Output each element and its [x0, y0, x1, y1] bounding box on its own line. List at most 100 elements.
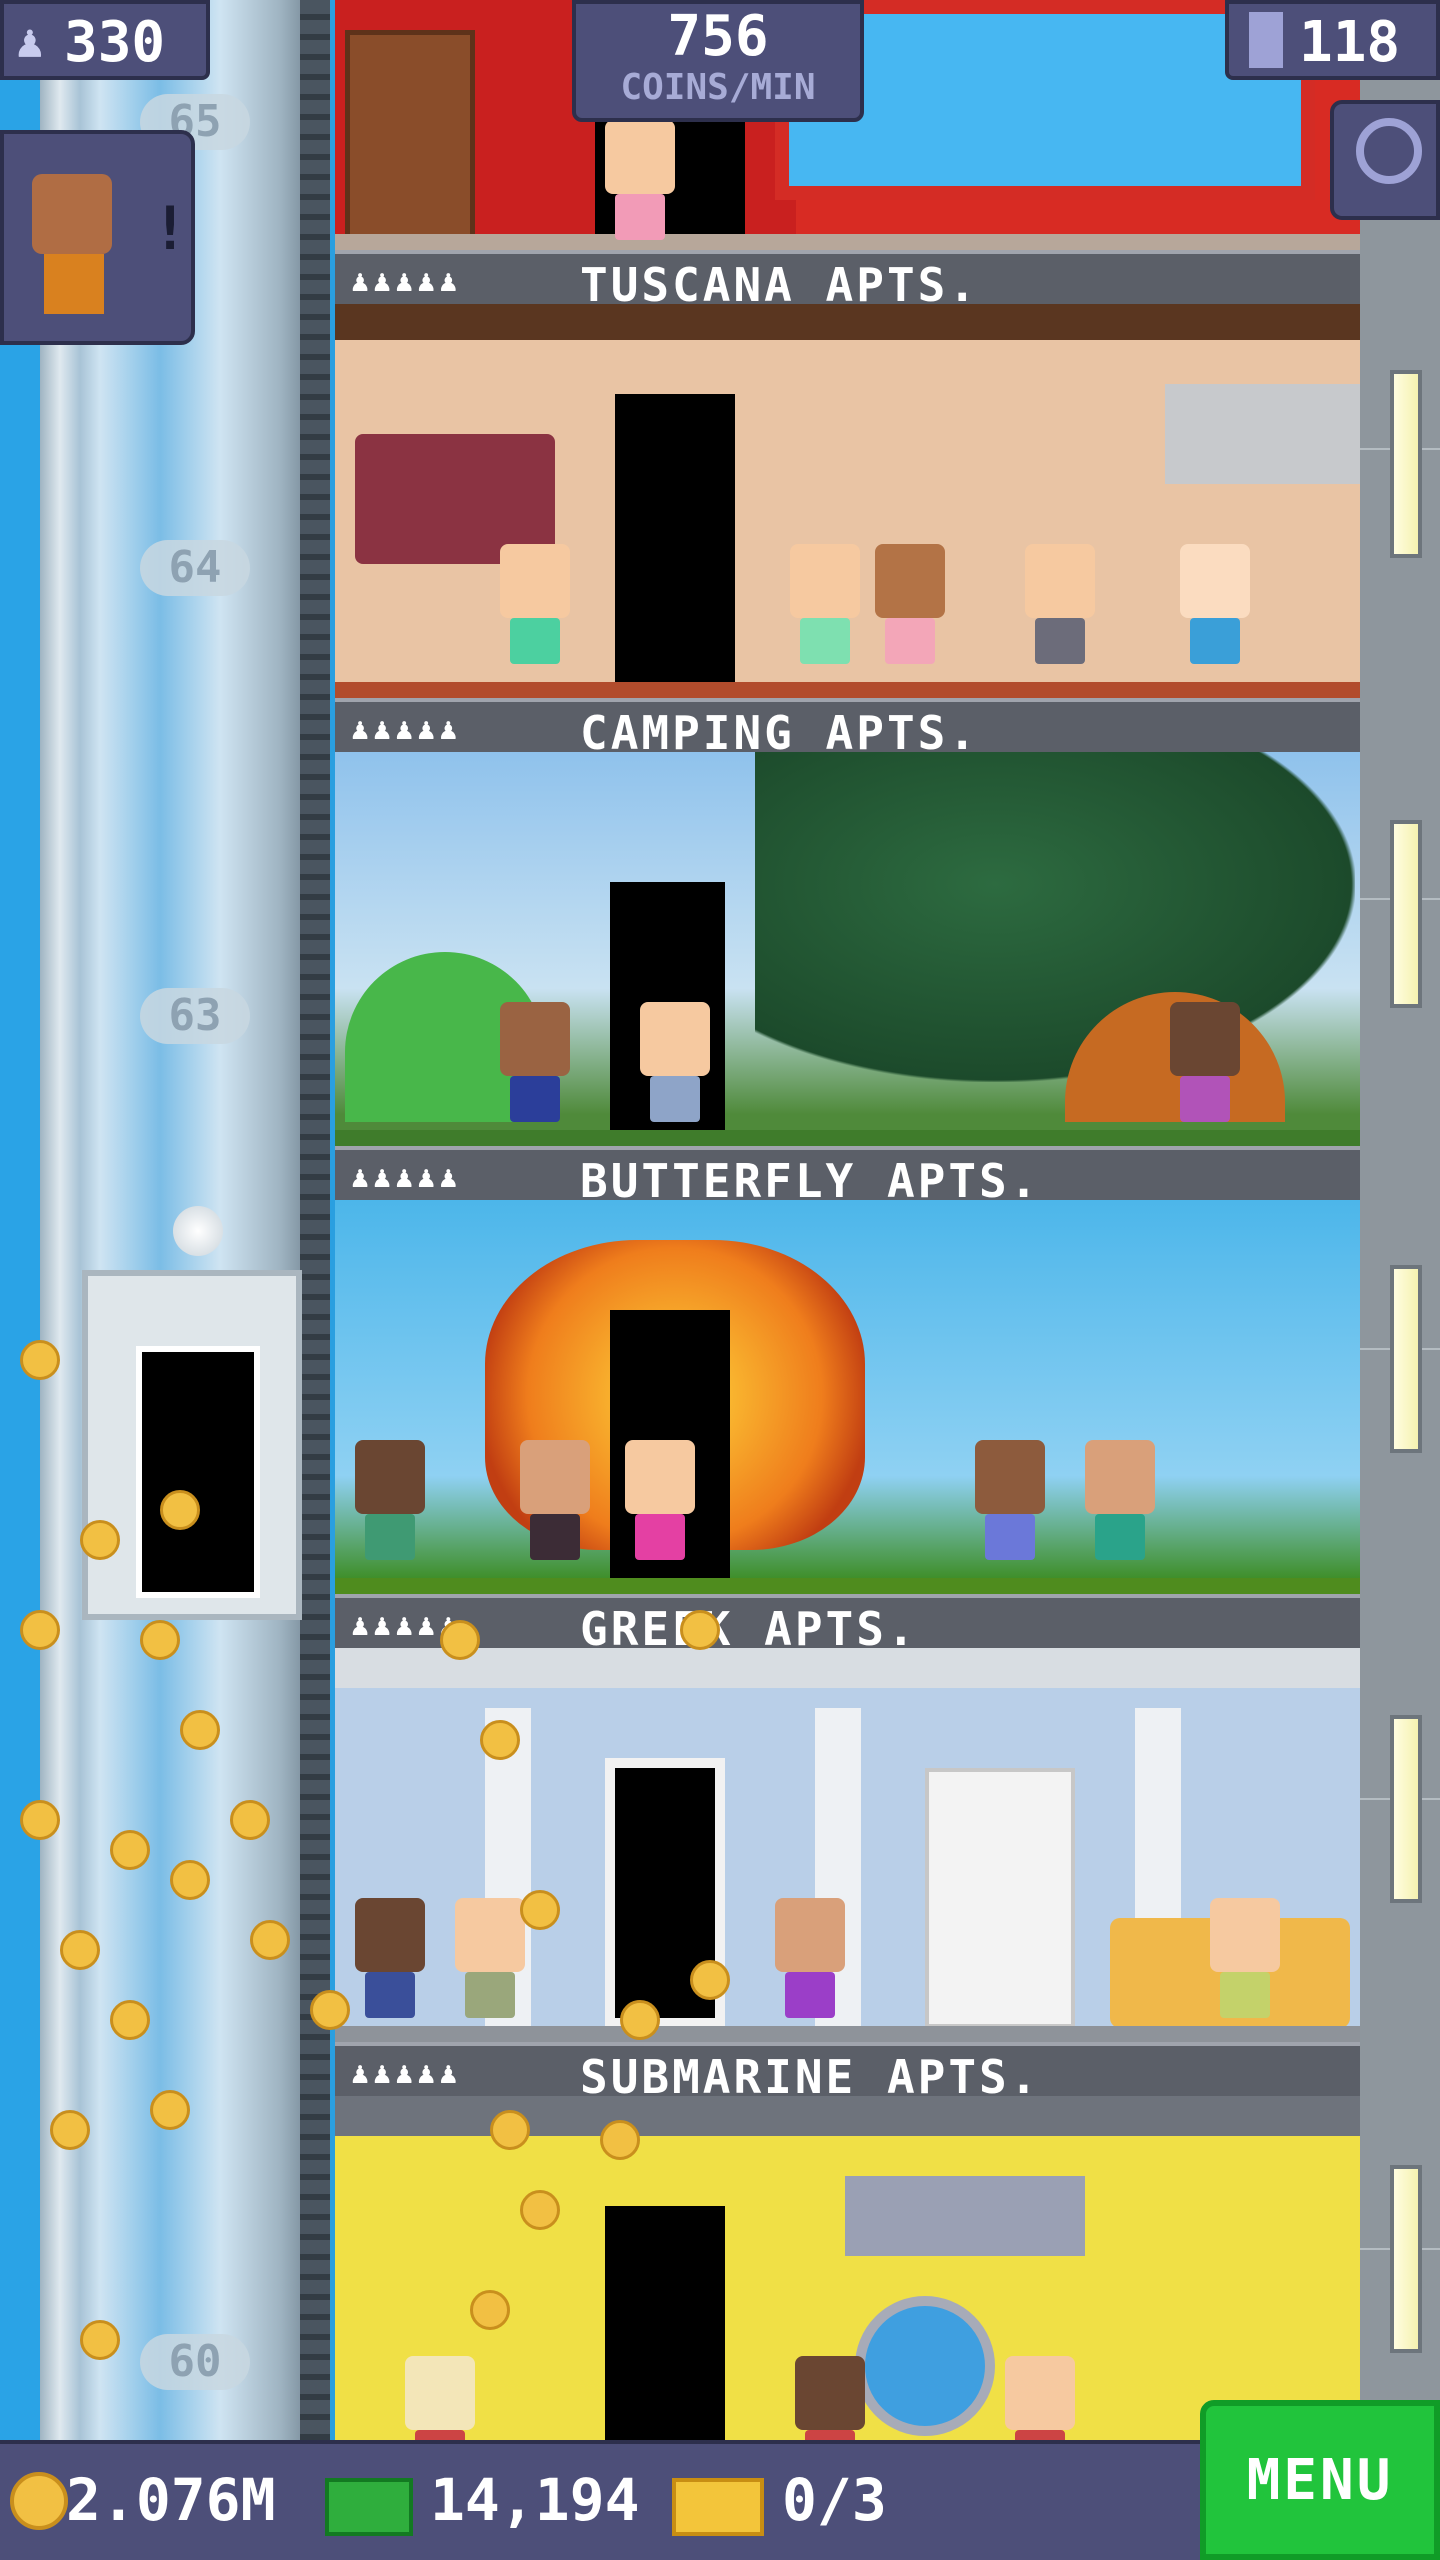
resident[interactable] — [975, 1440, 1045, 1570]
ticket-icon — [672, 2478, 764, 2536]
falling-coin — [180, 1710, 220, 1750]
floor-label-bar: ♟♟♟♟♟ SUBMARINE APTS. — [335, 2042, 1360, 2104]
resident[interactable] — [625, 1440, 695, 1570]
falling-coin — [620, 2000, 660, 2040]
search-button[interactable] — [1330, 100, 1440, 220]
falling-coin — [80, 2320, 120, 2360]
building-icon — [1249, 12, 1283, 68]
resident[interactable] — [1085, 1440, 1155, 1570]
resident[interactable] — [775, 1898, 845, 2028]
tickets-value: 0/3 — [782, 2466, 887, 2534]
pine-trees — [755, 752, 1355, 1082]
porthole — [855, 2296, 995, 2436]
floor-counter[interactable]: 118 — [1225, 0, 1440, 80]
room-floor — [335, 682, 1360, 698]
falling-coin — [250, 1920, 290, 1960]
falling-coin — [690, 1960, 730, 2000]
resident[interactable] — [355, 1440, 425, 1570]
falling-coin — [230, 1800, 270, 1840]
resident[interactable] — [1170, 1002, 1240, 1132]
alert-icon: ! — [152, 194, 189, 264]
floor-number-60: 60 — [140, 2334, 250, 2390]
ceiling-beam — [335, 304, 1360, 340]
room-greek — [335, 1648, 1360, 2042]
resident[interactable] — [1210, 1898, 1280, 2028]
falling-coin — [170, 1860, 210, 1900]
resident[interactable] — [500, 1002, 570, 1132]
floor-label-bar: ♟♟♟♟♟ TUSCANA APTS. — [335, 250, 1360, 312]
room-door — [615, 394, 735, 684]
room-butterfly — [335, 1200, 1360, 1594]
coins-value: 2.076M — [66, 2466, 276, 2534]
bookcase — [925, 1768, 1075, 2028]
pipes — [335, 2096, 1360, 2136]
falling-coin — [470, 2290, 510, 2330]
room-camping — [335, 752, 1360, 1146]
falling-coin — [140, 1620, 180, 1660]
bookshelf — [345, 30, 475, 250]
resident[interactable] — [1025, 544, 1095, 674]
floor-residents-icons: ♟♟♟♟♟ — [351, 264, 462, 299]
floor-number-64: 64 — [140, 540, 250, 596]
elevator-rail — [300, 0, 330, 2440]
room-floor — [335, 1578, 1360, 1594]
visitor-alert-button[interactable]: ! — [0, 130, 195, 345]
resident[interactable] — [1180, 544, 1250, 674]
resident[interactable] — [455, 1898, 525, 2028]
population-counter[interactable]: ♟ 330 — [0, 0, 210, 80]
floor-residents-icons: ♟♟♟♟♟ — [351, 2056, 462, 2091]
falling-coin — [520, 2190, 560, 2230]
falling-coin — [80, 1520, 120, 1560]
resident[interactable] — [520, 1440, 590, 1570]
floor-label-bar: ♟♟♟♟♟ CAMPING APTS. — [335, 698, 1360, 760]
visitor-avatar — [32, 174, 112, 254]
floor-tuscana[interactable]: ♟♟♟♟♟ TUSCANA APTS. — [335, 250, 1360, 698]
resident[interactable] — [355, 1898, 425, 2028]
falling-coin — [520, 1890, 560, 1930]
falling-coin — [600, 2120, 640, 2160]
outer-window — [1390, 370, 1422, 558]
resident[interactable] — [640, 1002, 710, 1132]
person-icon: ♟ — [16, 14, 44, 68]
outer-window — [1390, 2165, 1422, 2353]
room-floor — [335, 2026, 1360, 2042]
population-value: 330 — [64, 10, 166, 75]
floor-greek[interactable]: ♟♟♟♟♟ GREEK APTS. — [335, 1594, 1360, 2042]
menu-button[interactable]: MENU — [1200, 2400, 1440, 2560]
floor-residents-icons: ♟♟♟♟♟ — [351, 712, 462, 747]
outer-window — [1390, 1265, 1422, 1453]
falling-coin — [20, 1610, 60, 1650]
bux-value: 14,194 — [430, 2466, 640, 2534]
falling-coin — [20, 1800, 60, 1840]
falling-coin — [150, 2090, 190, 2130]
tower-outer-wall — [1360, 0, 1440, 2440]
elevator-car[interactable] — [82, 1206, 302, 1620]
elevator-door — [136, 1346, 260, 1598]
floor-butterfly[interactable]: ♟♟♟♟♟ BUTTERFLY APTS. — [335, 1146, 1360, 1594]
falling-coin — [50, 2110, 90, 2150]
kitchen-cabinet — [1165, 384, 1360, 484]
outer-window — [1390, 820, 1422, 1008]
floor-number-63: 63 — [140, 988, 250, 1044]
resident[interactable] — [875, 544, 945, 674]
floors-value: 118 — [1299, 10, 1401, 75]
coins-per-minute-panel: 756 COINS/MIN — [572, 0, 864, 122]
outer-window — [1390, 1715, 1422, 1903]
sky-background — [0, 0, 40, 2440]
elevator-lamp — [173, 1206, 223, 1256]
falling-coin — [110, 1830, 150, 1870]
coins-rate-unit: COINS/MIN — [620, 67, 816, 108]
floor-camping[interactable]: ♟♟♟♟♟ CAMPING APTS. — [335, 698, 1360, 1146]
visitor-body — [44, 254, 104, 314]
falling-coin — [110, 2000, 150, 2040]
frieze — [335, 1648, 1360, 1688]
resident[interactable] — [500, 544, 570, 674]
resident[interactable] — [605, 120, 675, 250]
falling-coin — [480, 1720, 520, 1760]
cash-icon — [325, 2478, 413, 2536]
floor-label-bar: ♟♟♟♟♟ BUTTERFLY APTS. — [335, 1146, 1360, 1208]
floor-label-bar: ♟♟♟♟♟ GREEK APTS. — [335, 1594, 1360, 1656]
falling-coin — [490, 2110, 530, 2150]
room-floor — [335, 234, 1360, 250]
resident[interactable] — [790, 544, 860, 674]
